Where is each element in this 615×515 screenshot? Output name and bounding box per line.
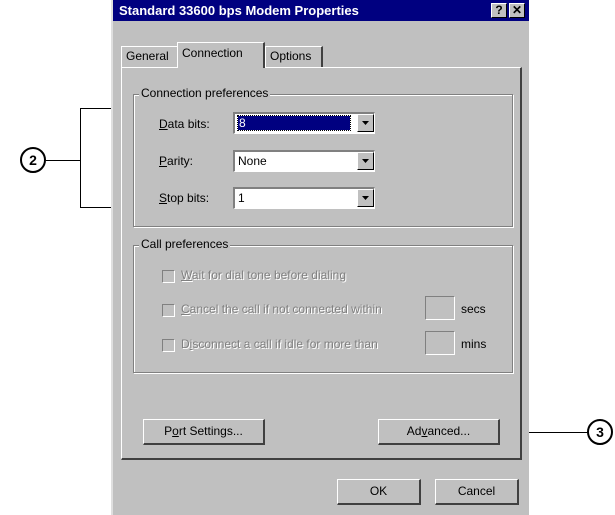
- wait-dial-tone-checkbox[interactable]: [162, 270, 175, 283]
- data-bits-value: 8: [237, 115, 351, 131]
- callout-bracket-side: [80, 108, 81, 208]
- parity-value: None: [238, 154, 267, 168]
- stop-bits-select[interactable]: 1: [233, 187, 375, 209]
- disconnect-idle-unit: mins: [461, 337, 487, 351]
- chevron-down-icon: [362, 196, 369, 200]
- cancel-call-unit: secs: [461, 302, 486, 316]
- close-button[interactable]: ✕: [509, 3, 525, 18]
- stop-bits-label: Stop bits:: [159, 191, 210, 205]
- callout-2-leader: [46, 160, 80, 161]
- help-button[interactable]: ?: [491, 3, 507, 18]
- tab-general-label: General: [126, 49, 169, 63]
- data-bits-dropdown-button[interactable]: [357, 114, 374, 132]
- advanced-button[interactable]: Advanced...: [378, 419, 500, 445]
- chevron-down-icon: [362, 121, 369, 125]
- data-bits-label: Data bits:: [159, 117, 210, 131]
- ok-button[interactable]: OK: [337, 479, 421, 505]
- cancel-call-checkbox[interactable]: [162, 304, 175, 317]
- stop-bits-value: 1: [238, 191, 245, 205]
- tab-options[interactable]: Options: [265, 46, 323, 67]
- modem-properties-dialog: Standard 33600 bps Modem Properties ? ✕ …: [111, 0, 529, 515]
- port-settings-button[interactable]: Port Settings...: [143, 419, 265, 445]
- connection-preferences-legend: Connection preferences: [139, 86, 271, 100]
- tab-options-label: Options: [270, 49, 312, 63]
- cancel-call-label: Cancel the call if not connected within: [181, 302, 382, 316]
- title-bar: Standard 33600 bps Modem Properties ? ✕: [113, 0, 529, 21]
- window-title: Standard 33600 bps Modem Properties: [119, 3, 359, 18]
- wait-dial-tone-label: Wait for dial tone before dialing: [181, 268, 346, 282]
- call-preferences-legend: Call preferences: [139, 237, 231, 251]
- callout-2: 2: [20, 147, 46, 173]
- cancel-call-seconds-input[interactable]: [425, 296, 455, 320]
- disconnect-idle-checkbox[interactable]: [162, 339, 175, 352]
- parity-dropdown-button[interactable]: [357, 152, 374, 170]
- callout-3: 3: [587, 419, 613, 445]
- cancel-button[interactable]: Cancel: [435, 479, 519, 505]
- tab-connection[interactable]: Connection: [177, 42, 265, 68]
- data-bits-select[interactable]: 8: [233, 112, 375, 134]
- close-icon: ✕: [511, 3, 523, 17]
- disconnect-idle-minutes-input[interactable]: [425, 331, 455, 355]
- disconnect-idle-label: Disconnect a call if idle for more than: [181, 337, 378, 351]
- tab-connection-label: Connection: [182, 46, 243, 60]
- parity-label: Parity:: [159, 154, 194, 168]
- parity-select[interactable]: None: [233, 150, 375, 172]
- help-icon: ?: [495, 3, 503, 17]
- tab-general[interactable]: General: [121, 46, 179, 67]
- chevron-down-icon: [362, 159, 369, 163]
- stop-bits-dropdown-button[interactable]: [357, 189, 374, 207]
